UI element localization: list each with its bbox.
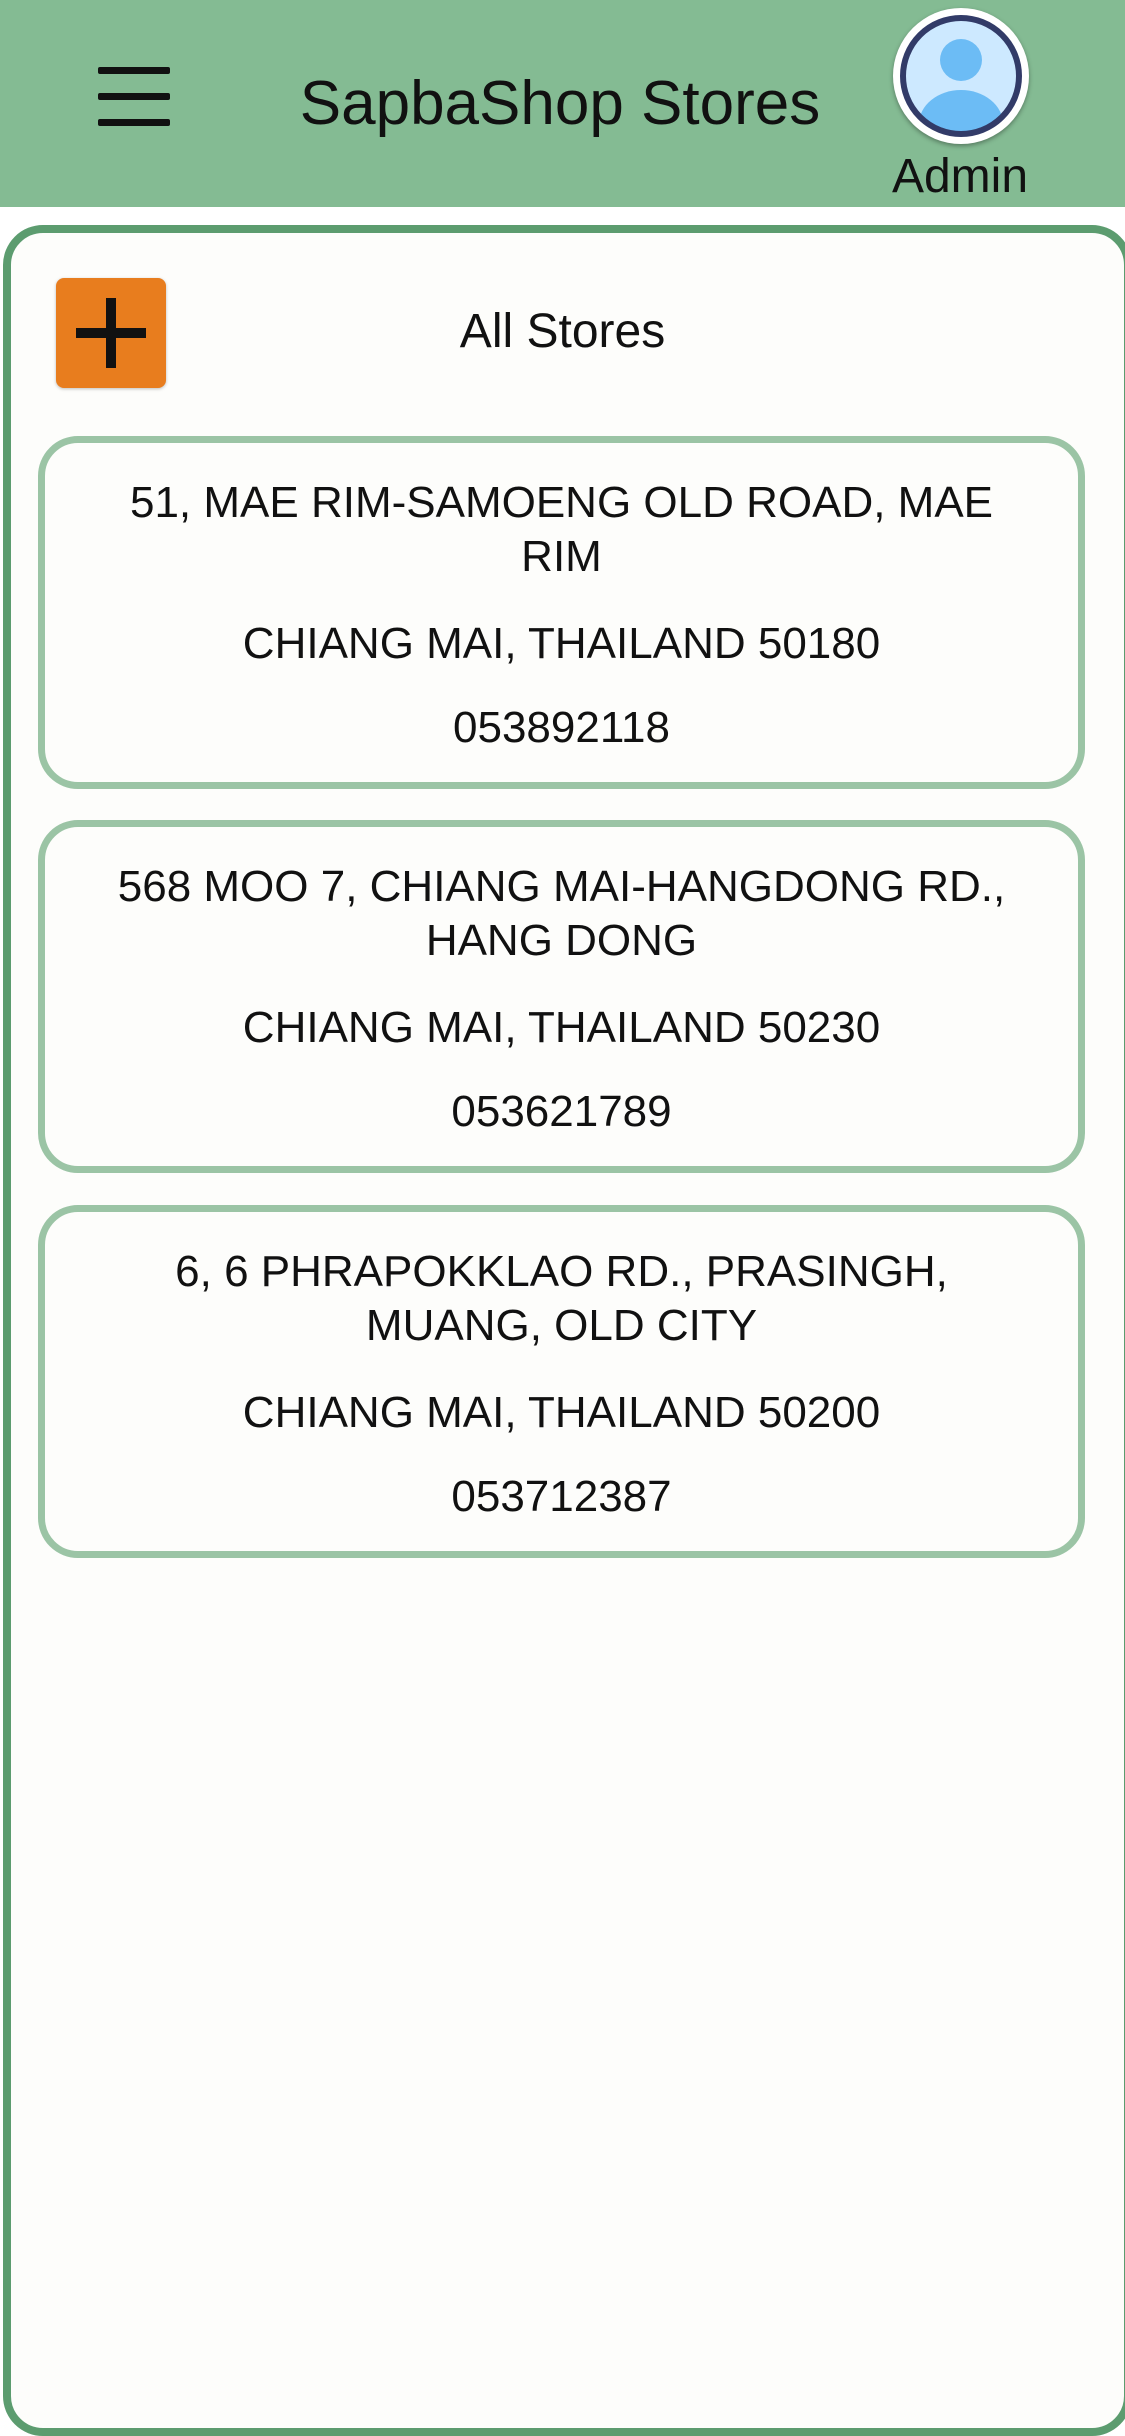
- store-address-line2: CHIANG MAI, THAILAND 50180: [242, 619, 881, 668]
- store-address-line1: 6, 6 PHRAPOKKLAO RD., PRASINGH, MUANG, O…: [175, 1247, 948, 1350]
- add-store-button[interactable]: [56, 278, 166, 388]
- page-title: SapbaShop Stores: [299, 69, 821, 138]
- menu-bar: [98, 93, 170, 100]
- store-card[interactable]: 568 MOO 7, CHIANG MAI-HANGDONG RD., HANG…: [38, 820, 1085, 1173]
- user-role-label: Admin: [891, 150, 1029, 203]
- store-card[interactable]: 51, MAE RIM-SAMOENG OLD ROAD, MAE RIM CH…: [38, 436, 1085, 789]
- section-title: All Stores: [459, 305, 666, 358]
- store-card[interactable]: 6, 6 PHRAPOKKLAO RD., PRASINGH, MUANG, O…: [38, 1205, 1085, 1558]
- app-header: SapbaShop Stores Admin: [0, 0, 1125, 207]
- hamburger-menu-icon[interactable]: [98, 67, 172, 127]
- user-avatar-icon[interactable]: [893, 8, 1029, 144]
- plus-icon: [76, 298, 146, 368]
- menu-bar: [98, 67, 170, 74]
- store-address-line1: 51, MAE RIM-SAMOENG OLD ROAD, MAE RIM: [129, 478, 994, 581]
- menu-bar: [98, 119, 170, 126]
- store-phone: 053712387: [451, 1472, 672, 1521]
- store-phone: 053892118: [453, 703, 670, 752]
- store-phone: 053621789: [451, 1087, 672, 1136]
- avatar-graphic: [900, 15, 1022, 137]
- store-address-line1: 568 MOO 7, CHIANG MAI-HANGDONG RD., HANG…: [117, 862, 1006, 965]
- store-address-line2: CHIANG MAI, THAILAND 50230: [242, 1003, 881, 1052]
- store-address-line2: CHIANG MAI, THAILAND 50200: [242, 1388, 881, 1437]
